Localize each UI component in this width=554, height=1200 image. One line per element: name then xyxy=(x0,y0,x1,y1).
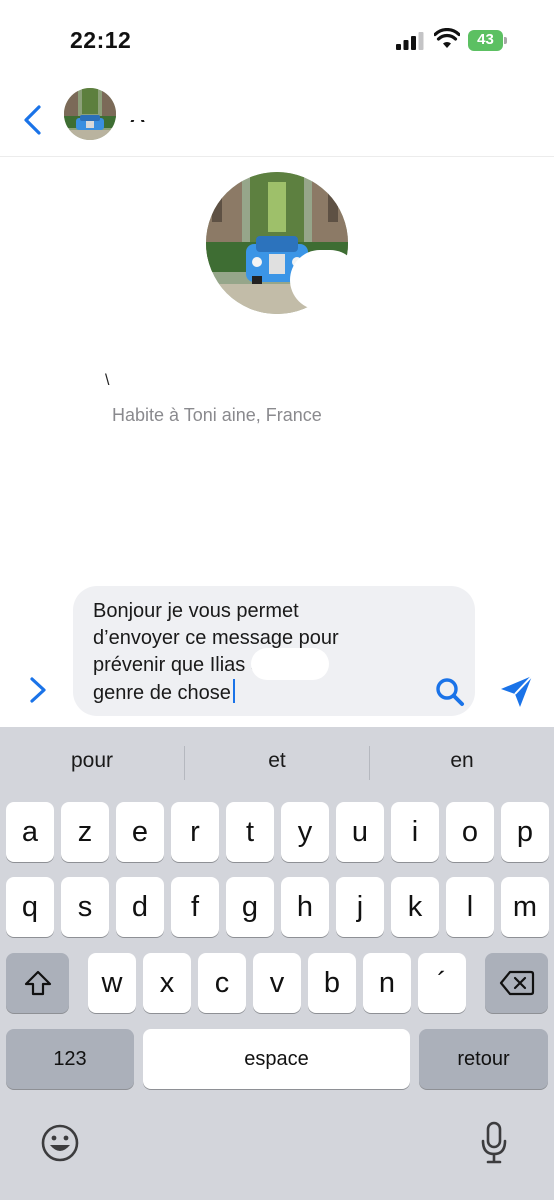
delete-key[interactable] xyxy=(485,953,548,1013)
key-g[interactable]: g xyxy=(226,877,274,937)
contact-avatar[interactable] xyxy=(64,88,116,140)
expand-actions-button[interactable] xyxy=(24,674,52,706)
wifi-icon xyxy=(434,28,460,48)
cellular-signal-icon xyxy=(396,32,424,50)
redaction-mark xyxy=(251,648,329,680)
shift-key[interactable] xyxy=(6,953,69,1013)
search-button[interactable] xyxy=(434,676,466,708)
key-m[interactable]: m xyxy=(501,877,549,937)
send-button[interactable] xyxy=(498,672,536,710)
redaction-mark xyxy=(290,250,360,310)
emoji-button[interactable] xyxy=(40,1123,80,1163)
key-o[interactable]: o xyxy=(446,802,494,862)
key-t[interactable]: t xyxy=(226,802,274,862)
battery-icon: 43 xyxy=(468,30,508,51)
key-acute-accent[interactable]: ´ xyxy=(418,953,466,1013)
key-i[interactable]: i xyxy=(391,802,439,862)
profile-location: Habite à Toni aine, France xyxy=(112,405,322,425)
key-c[interactable]: c xyxy=(198,953,246,1013)
key-w[interactable]: w xyxy=(88,953,136,1013)
key-v[interactable]: v xyxy=(253,953,301,1013)
key-r[interactable]: r xyxy=(171,802,219,862)
return-key[interactable]: retour xyxy=(419,1029,548,1089)
key-f[interactable]: f xyxy=(171,877,219,937)
delete-icon xyxy=(499,970,534,996)
space-key[interactable]: espace xyxy=(143,1029,410,1089)
key-s[interactable]: s xyxy=(61,877,109,937)
numbers-key[interactable]: 123 xyxy=(6,1029,134,1089)
text-cursor xyxy=(232,679,235,703)
microphone-button[interactable] xyxy=(480,1121,508,1165)
suggestion-pour[interactable]: pour xyxy=(0,749,184,773)
back-button[interactable] xyxy=(20,104,46,136)
header-divider xyxy=(0,156,554,157)
message-input[interactable]: Bonjour je vous permet d’envoyer ce mess… xyxy=(73,586,475,716)
shift-icon xyxy=(24,970,51,996)
battery-percentage: 43 xyxy=(477,31,494,48)
key-e[interactable]: e xyxy=(116,802,164,862)
key-n[interactable]: n xyxy=(363,953,411,1013)
suggestion-et[interactable]: et xyxy=(185,749,369,773)
car-photo-thumbnail xyxy=(64,88,116,140)
key-q[interactable]: q xyxy=(6,877,54,937)
profile-name: \ xyxy=(105,372,110,389)
key-b[interactable]: b xyxy=(308,953,356,1013)
key-k[interactable]: k xyxy=(391,877,439,937)
key-z[interactable]: z xyxy=(61,802,109,862)
key-u[interactable]: u xyxy=(336,802,384,862)
suggestion-en[interactable]: en xyxy=(370,749,554,773)
key-d[interactable]: d xyxy=(116,877,164,937)
key-j[interactable]: j xyxy=(336,877,384,937)
key-a[interactable]: a xyxy=(6,802,54,862)
key-x[interactable]: x xyxy=(143,953,191,1013)
key-l[interactable]: l xyxy=(446,877,494,937)
key-y[interactable]: y xyxy=(281,802,329,862)
key-p[interactable]: p xyxy=(501,802,549,862)
keyboard: pour et en a z e r t y u i o p q s d f g… xyxy=(0,727,554,1200)
status-time: 22:12 xyxy=(70,27,132,53)
redaction-mark xyxy=(120,86,380,120)
key-h[interactable]: h xyxy=(281,877,329,937)
